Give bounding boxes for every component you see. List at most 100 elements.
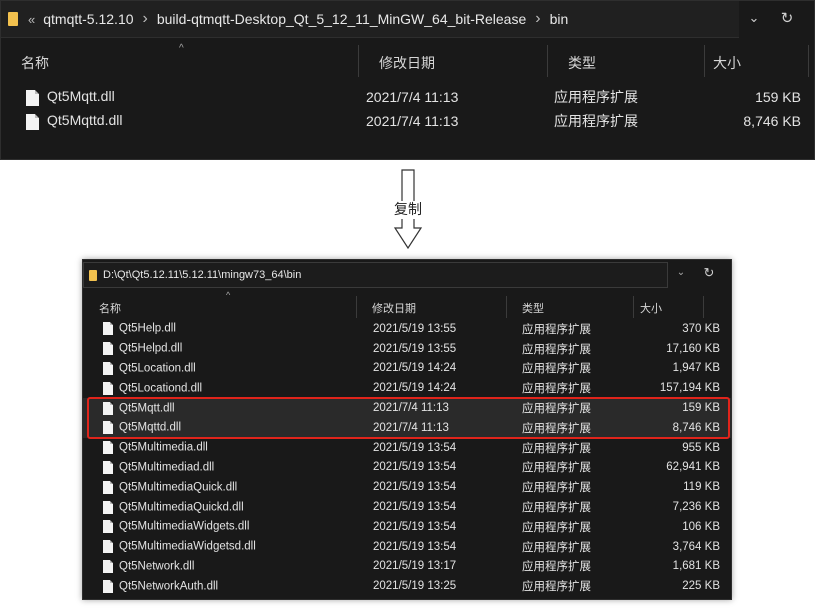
file-row[interactable]: Qt5Mqttd.dll 2021/7/4 11:13 应用程序扩展 8,746… (1, 109, 814, 133)
file-name: Qt5Mqtt.dll (119, 402, 175, 415)
file-size: 119 KB (683, 481, 720, 494)
file-size: 106 KB (682, 520, 720, 533)
file-type: 应用程序扩展 (522, 323, 591, 336)
file-date: 2021/7/4 11:13 (373, 421, 449, 434)
file-type: 应用程序扩展 (522, 482, 591, 495)
file-name: Qt5Mqttd.dll (47, 112, 123, 129)
file-type: 应用程序扩展 (522, 383, 591, 396)
file-row[interactable]: Qt5Helpd.dll 2021/5/19 13:55 应用程序扩展 17,160 … (83, 339, 731, 359)
file-name: Qt5MultimediaQuick.dll (119, 481, 238, 494)
copy-label: 复制 (388, 201, 428, 219)
column-header-label: 类型 (568, 55, 596, 71)
chevron-down-icon[interactable]: ⌄ (745, 10, 763, 26)
file-type: 应用程序扩展 (522, 343, 591, 356)
file-size: 62,941 KB (666, 461, 720, 474)
file-date: 2021/5/19 14:24 (373, 362, 457, 375)
file-size: 1,681 KB (672, 560, 720, 573)
file-row[interactable]: Qt5Location.dll 2021/5/19 14:24 应用程序扩展 1,94… (83, 359, 731, 379)
column-header-row: 名称 ^ 修改日期 类型 大小 (1, 43, 814, 77)
file-name: Qt5Multimedia.dll (119, 441, 208, 454)
column-header-name[interactable]: 名称 ^ (83, 290, 357, 318)
breadcrumb-item[interactable]: build-qtmqtt-Desktop_Qt_5_12_11_MinGW_64… (157, 11, 526, 27)
file-row[interactable]: Qt5Mqtt.dll 2021/7/4 11:13 应用程序扩展 159 KB (1, 85, 814, 109)
file-size: 8,746 KB (672, 421, 720, 434)
file-size: 159 KB (755, 89, 801, 105)
file-icon (103, 381, 113, 395)
file-icon (103, 361, 113, 375)
file-icon (26, 89, 39, 106)
file-row[interactable]: Qt5Mqttd.dll 2021/7/4 11:13 应用程序扩展 8,746 KB (83, 418, 731, 438)
file-icon (103, 579, 113, 593)
file-name: Qt5Location.dll (119, 362, 196, 375)
file-icon (103, 441, 113, 455)
file-size: 1,947 KB (672, 362, 720, 375)
file-date: 2021/5/19 13:54 (373, 501, 457, 514)
file-type: 应用程序扩展 (522, 581, 591, 594)
file-type: 应用程序扩展 (522, 422, 591, 435)
breadcrumb-item[interactable]: bin (550, 11, 569, 27)
file-size: 370 KB (682, 322, 720, 335)
column-header-label: 类型 (522, 303, 544, 315)
file-date: 2021/5/19 14:24 (373, 382, 457, 395)
file-date: 2021/5/19 13:54 (373, 520, 457, 533)
address-bar[interactable]: « qtmqtt-5.12.10 › build-qtmqtt-Desktop_… (1, 1, 739, 38)
column-header-name[interactable]: 名称 ^ (1, 43, 359, 77)
file-icon (103, 421, 113, 435)
file-row[interactable]: Qt5Locationd.dll 2021/5/19 14:24 应用程序扩展 157… (83, 378, 731, 398)
file-icon (26, 113, 39, 130)
column-header-label: 名称 (99, 303, 121, 315)
refresh-icon[interactable]: ↻ (701, 265, 717, 281)
breadcrumb-item[interactable]: qtmqtt-5.12.10 (43, 11, 133, 27)
file-row[interactable]: Qt5Multimediad.dll 2021/5/19 13:54 应用程序扩展 6… (83, 458, 731, 478)
file-name: Qt5Helpd.dll (119, 342, 183, 355)
file-name: Qt5Locationd.dll (119, 382, 203, 395)
column-header-label: 大小 (640, 303, 662, 315)
file-row[interactable]: Qt5MultimediaQuick.dll 2021/5/19 13:54 应用程… (83, 477, 731, 497)
file-type: 应用程序扩展 (522, 561, 591, 574)
file-size: 8,746 KB (743, 113, 801, 129)
breadcrumb-overflow[interactable]: « (28, 12, 35, 27)
address-path[interactable]: D:\Qt\Qt5.12.11\5.12.11\mingw73_64\bin (103, 269, 301, 281)
column-header-label: 修改日期 (379, 55, 435, 71)
refresh-icon[interactable]: ↻ (777, 9, 797, 27)
file-icon (103, 460, 113, 474)
file-name: Qt5Help.dll (119, 322, 176, 335)
file-name: Qt5Multimediad.dll (119, 461, 215, 474)
file-row[interactable]: Qt5NetworkAuth.dll 2021/5/19 13:25 应用程序扩展 2… (83, 576, 731, 596)
file-row[interactable]: Qt5MultimediaWidgetsd.dll 2021/5/19 13:54… (83, 537, 731, 557)
chevron-down-icon[interactable]: ⌄ (673, 267, 689, 278)
file-name: Qt5MultimediaQuickd.dll (119, 501, 244, 514)
column-header-type[interactable]: 类型 (507, 296, 634, 318)
file-type: 应用程序扩展 (554, 113, 638, 129)
file-name: Qt5Network.dll (119, 560, 195, 573)
column-header-size[interactable]: 大小 (634, 296, 704, 318)
column-header-type[interactable]: 类型 (548, 45, 705, 77)
file-icon (103, 322, 113, 336)
file-row[interactable]: Qt5MultimediaWidgets.dll 2021/5/19 13:54 应… (83, 517, 731, 537)
column-header-date[interactable]: 修改日期 (357, 296, 507, 318)
folder-icon (8, 12, 18, 26)
column-header-date[interactable]: 修改日期 (359, 45, 548, 77)
file-type: 应用程序扩展 (522, 403, 591, 416)
file-size: 159 KB (682, 402, 720, 415)
file-type: 应用程序扩展 (522, 541, 591, 554)
file-size: 225 KB (682, 580, 720, 593)
file-name: Qt5Mqttd.dll (119, 421, 181, 434)
file-row[interactable]: Qt5Help.dll 2021/5/19 13:55 应用程序扩展 370 KB (83, 319, 731, 339)
file-row[interactable]: Qt5Mqtt.dll 2021/7/4 11:13 应用程序扩展 159 KB (83, 398, 731, 418)
file-date: 2021/7/4 11:13 (373, 402, 449, 415)
file-row[interactable]: Qt5Network.dll 2021/5/19 13:17 应用程序扩展 1,681… (83, 557, 731, 577)
file-icon (103, 520, 113, 534)
file-row[interactable]: Qt5MultimediaQuickd.dll 2021/5/19 13:54 应用… (83, 497, 731, 517)
file-row[interactable]: Qt5Multimedia.dll 2021/5/19 13:54 应用程序扩展 95… (83, 438, 731, 458)
file-type: 应用程序扩展 (522, 363, 591, 376)
file-date: 2021/5/19 13:55 (373, 322, 457, 335)
address-bar[interactable]: D:\Qt\Qt5.12.11\5.12.11\mingw73_64\bin (83, 262, 668, 288)
file-size: 7,236 KB (672, 501, 720, 514)
bottom-explorer-window: D:\Qt\Qt5.12.11\5.12.11\mingw73_64\bin ⌄… (82, 259, 732, 600)
file-type: 应用程序扩展 (522, 462, 591, 475)
file-icon (103, 342, 113, 356)
sort-up-icon: ^ (179, 43, 184, 54)
file-icon (103, 559, 113, 573)
column-header-size[interactable]: 大小 (705, 45, 809, 77)
